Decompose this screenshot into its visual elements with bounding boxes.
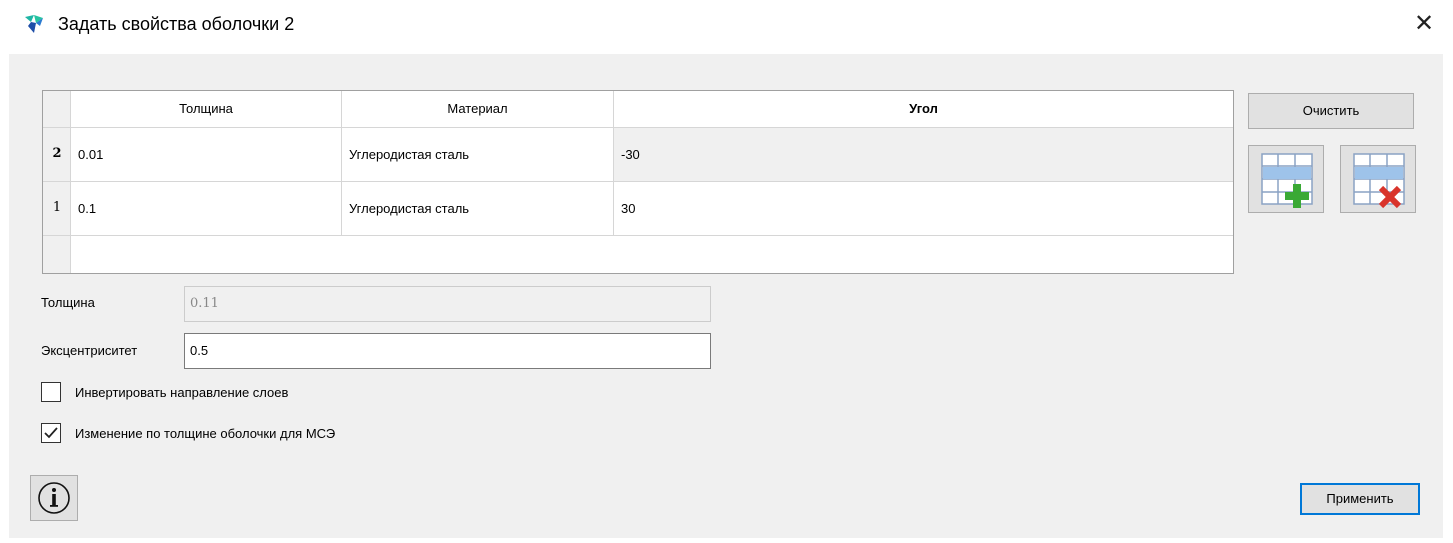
layers-table: Толщина Материал Угол 2 0.01 Углеродиста…	[42, 90, 1234, 274]
column-header-angle[interactable]: Угол	[614, 91, 1233, 127]
invert-layers-checkbox[interactable]	[41, 382, 61, 402]
window-title: Задать свойства оболочки 2	[58, 14, 295, 34]
clear-button[interactable]: Очистить	[1248, 93, 1414, 129]
table-header: Толщина Материал Угол	[43, 91, 1233, 127]
thickness-field: 0.11	[184, 286, 711, 322]
column-header-thickness[interactable]: Толщина	[71, 91, 342, 127]
cell-angle[interactable]: 30	[614, 182, 1233, 236]
thickness-change-checkbox[interactable]	[41, 423, 61, 443]
cell-material[interactable]: Углеродистая сталь	[342, 182, 614, 236]
invert-layers-label[interactable]: Инвертировать направление слоев	[75, 385, 288, 400]
table-row[interactable]: 1 0.1 Углеродистая сталь 30	[43, 181, 1233, 236]
eccentricity-label: Эксцентриситет	[41, 343, 138, 358]
info-button[interactable]	[30, 475, 78, 521]
cell-thickness[interactable]: 0.1	[71, 182, 342, 236]
row-number[interactable]: 1	[43, 200, 71, 215]
table-add-row-icon	[1261, 153, 1313, 208]
info-icon	[38, 482, 70, 514]
row-number[interactable]: 2	[43, 146, 71, 161]
add-row-button[interactable]	[1248, 145, 1324, 213]
apply-button[interactable]: Применить	[1300, 483, 1420, 515]
title-bar: Задать свойства оболочки 2 ✕	[0, 0, 1453, 54]
delete-row-button[interactable]	[1340, 145, 1416, 213]
cell-material[interactable]: Углеродистая сталь	[342, 128, 614, 182]
eccentricity-field[interactable]: 0.5	[184, 333, 711, 369]
table-row[interactable]: 2 0.01 Углеродистая сталь -30	[43, 127, 1233, 182]
table-empty-area	[43, 235, 1233, 273]
column-header-material[interactable]: Материал	[342, 91, 614, 127]
table-delete-row-icon	[1353, 153, 1405, 209]
cell-thickness[interactable]: 0.01	[71, 128, 342, 182]
close-icon[interactable]: ✕	[1410, 10, 1438, 38]
cell-angle[interactable]: -30	[614, 128, 1233, 182]
checkmark-icon	[44, 427, 58, 439]
thickness-label: Толщина	[41, 295, 95, 310]
app-logo-icon	[25, 15, 43, 33]
thickness-change-label[interactable]: Изменение по толщине оболочки для МСЭ	[75, 426, 335, 441]
